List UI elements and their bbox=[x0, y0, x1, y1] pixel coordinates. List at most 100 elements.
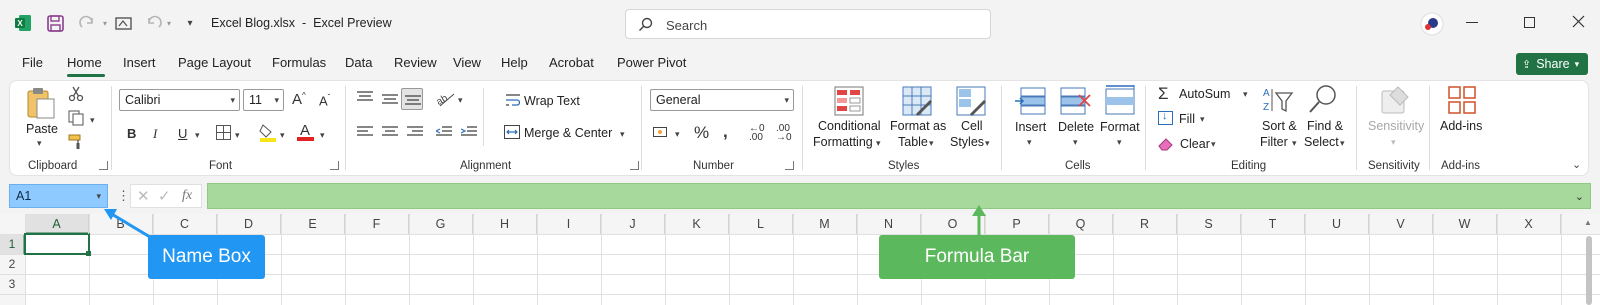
format-cells-icon[interactable] bbox=[1105, 85, 1135, 115]
column-header[interactable]: E bbox=[281, 214, 345, 234]
find-select-dropdown-icon[interactable]: ▾ bbox=[1340, 138, 1345, 149]
clear-dropdown-icon[interactable]: ▾ bbox=[1211, 139, 1216, 150]
sort-filter-label-1[interactable]: Sort & bbox=[1262, 119, 1297, 133]
fill-color-dropdown-icon[interactable]: ▾ bbox=[280, 130, 285, 141]
decrease-indent-icon[interactable] bbox=[436, 126, 452, 138]
redo-icon[interactable] bbox=[78, 14, 96, 32]
column-header[interactable]: N bbox=[857, 214, 921, 234]
merge-center-icon[interactable] bbox=[504, 125, 520, 139]
expand-formula-bar-icon[interactable]: ⌄ bbox=[1575, 190, 1584, 203]
bold-icon[interactable]: B bbox=[127, 126, 136, 141]
customize-toolbar-icon[interactable]: ▾ bbox=[184, 14, 196, 32]
insert-cells-icon[interactable] bbox=[1015, 87, 1047, 115]
font-launcher-icon[interactable] bbox=[330, 161, 339, 170]
underline-dropdown-icon[interactable]: ▾ bbox=[195, 130, 200, 141]
format-as-table-label-1[interactable]: Format as bbox=[890, 119, 946, 133]
column-header[interactable]: P bbox=[985, 214, 1049, 234]
accounting-dropdown-icon[interactable]: ▾ bbox=[675, 129, 680, 140]
increase-indent-icon[interactable] bbox=[461, 126, 477, 138]
font-color-dropdown-icon[interactable]: ▾ bbox=[320, 130, 325, 141]
font-size-dropdown[interactable]: 11 ▾ bbox=[243, 89, 284, 111]
font-color-icon[interactable]: A bbox=[297, 122, 315, 142]
fill-icon[interactable]: ↓ bbox=[1158, 110, 1173, 125]
italic-icon[interactable]: I bbox=[153, 126, 157, 142]
bottom-align-icon[interactable] bbox=[401, 88, 423, 110]
cell-styles-icon[interactable] bbox=[956, 86, 986, 116]
column-header[interactable]: I bbox=[537, 214, 601, 234]
column-header[interactable]: C bbox=[153, 214, 217, 234]
save-icon[interactable] bbox=[46, 14, 64, 32]
find-select-icon[interactable] bbox=[1308, 84, 1338, 114]
column-header[interactable]: K bbox=[665, 214, 729, 234]
column-header[interactable]: R bbox=[1113, 214, 1177, 234]
cell-styles-label-2[interactable]: Styles bbox=[950, 135, 984, 149]
conditional-formatting-label-2[interactable]: Formatting bbox=[813, 135, 873, 149]
align-left-icon[interactable] bbox=[357, 126, 373, 138]
format-as-table-dropdown-icon[interactable]: ▾ bbox=[929, 138, 934, 149]
undo-dropdown-icon[interactable]: ▾ bbox=[164, 14, 174, 32]
copy-dropdown-icon[interactable]: ▾ bbox=[90, 115, 95, 126]
column-header[interactable]: J bbox=[601, 214, 665, 234]
fill-label[interactable]: Fill bbox=[1179, 112, 1195, 126]
top-align-icon[interactable] bbox=[357, 91, 373, 103]
copy-icon[interactable] bbox=[68, 110, 84, 126]
middle-align-icon[interactable] bbox=[382, 93, 398, 105]
conditional-formatting-label-1[interactable]: Conditional bbox=[818, 119, 881, 133]
underline-icon[interactable]: U bbox=[178, 126, 187, 141]
align-right-icon[interactable] bbox=[407, 126, 423, 138]
increase-decimal-icon[interactable]: ←0.00 bbox=[749, 124, 765, 143]
add-ins-label[interactable]: Add-ins bbox=[1440, 119, 1482, 133]
align-center-icon[interactable] bbox=[382, 126, 398, 138]
column-header[interactable]: D bbox=[217, 214, 281, 234]
font-name-dropdown[interactable]: Calibri ▾ bbox=[119, 89, 240, 111]
column-header[interactable]: H bbox=[473, 214, 537, 234]
tab-insert[interactable]: Insert bbox=[123, 55, 156, 70]
wrap-text-label[interactable]: Wrap Text bbox=[524, 94, 580, 108]
scroll-up-icon[interactable]: ▲ bbox=[1584, 214, 1592, 228]
merge-dropdown-icon[interactable]: ▾ bbox=[620, 129, 625, 140]
column-header[interactable]: S bbox=[1177, 214, 1241, 234]
tab-acrobat[interactable]: Acrobat bbox=[549, 55, 594, 70]
eraser-icon[interactable] bbox=[1158, 137, 1174, 151]
column-header[interactable]: F bbox=[345, 214, 409, 234]
format-as-table-icon[interactable] bbox=[902, 86, 932, 116]
autosum-icon[interactable]: Σ bbox=[1158, 84, 1169, 104]
alignment-launcher-icon[interactable] bbox=[630, 161, 639, 170]
avatar[interactable] bbox=[1420, 12, 1444, 36]
sort-filter-label-2[interactable]: Filter bbox=[1260, 135, 1288, 149]
percent-style-icon[interactable]: % bbox=[694, 123, 709, 143]
fill-color-icon[interactable] bbox=[259, 123, 277, 143]
close-icon[interactable] bbox=[1572, 15, 1585, 28]
autosum-dropdown-icon[interactable]: ▾ bbox=[1243, 89, 1248, 100]
number-format-dropdown[interactable]: General ▾ bbox=[650, 89, 794, 111]
decrease-font-size-icon[interactable]: Aˇ bbox=[319, 93, 330, 108]
paste-label[interactable]: Paste bbox=[26, 122, 58, 136]
tab-view[interactable]: View bbox=[453, 55, 481, 70]
name-box[interactable]: A1 ▾ bbox=[9, 184, 108, 208]
undo-icon[interactable] bbox=[144, 14, 162, 32]
fill-dropdown-icon[interactable]: ▾ bbox=[1200, 114, 1205, 125]
comma-style-icon[interactable]: , bbox=[723, 122, 728, 142]
format-as-table-label-2[interactable]: Table bbox=[898, 135, 928, 149]
column-header[interactable]: Q bbox=[1049, 214, 1113, 234]
number-launcher-icon[interactable] bbox=[785, 161, 794, 170]
wrap-text-icon[interactable] bbox=[506, 93, 520, 107]
paste-dropdown-icon[interactable]: ▾ bbox=[37, 138, 42, 149]
find-select-label-1[interactable]: Find & bbox=[1307, 119, 1343, 133]
column-header[interactable]: G bbox=[409, 214, 473, 234]
increase-font-size-icon[interactable]: A^ bbox=[292, 91, 306, 108]
decrease-decimal-icon[interactable]: .00 →0 bbox=[776, 124, 792, 143]
insert-dropdown-icon[interactable]: ▾ bbox=[1027, 137, 1032, 148]
sort-filter-dropdown-icon[interactable]: ▾ bbox=[1292, 138, 1297, 149]
row-header[interactable]: 2 bbox=[0, 257, 24, 271]
orientation-icon[interactable]: ab bbox=[436, 91, 456, 107]
borders-icon[interactable] bbox=[216, 125, 231, 140]
redo-dropdown-icon[interactable]: ▾ bbox=[100, 14, 110, 32]
screenshot-icon[interactable] bbox=[114, 14, 132, 32]
column-header[interactable]: T bbox=[1241, 214, 1305, 234]
conditional-formatting-dropdown-icon[interactable]: ▾ bbox=[876, 138, 881, 149]
borders-dropdown-icon[interactable]: ▾ bbox=[235, 130, 240, 141]
collapse-ribbon-icon[interactable]: ⌄ bbox=[1572, 158, 1581, 171]
delete-label[interactable]: Delete bbox=[1058, 120, 1094, 134]
sort-filter-icon[interactable]: AZ bbox=[1262, 85, 1294, 115]
